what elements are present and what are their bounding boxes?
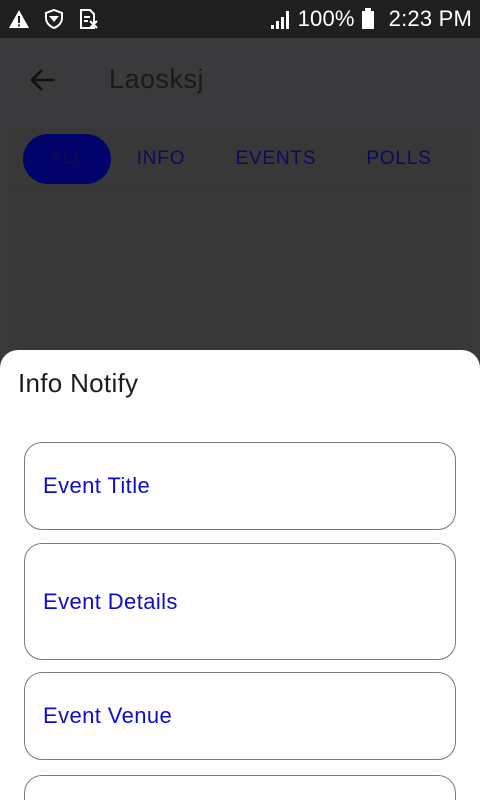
event-title-field[interactable]: Event Title (24, 442, 456, 530)
event-details-label: Event Details (43, 588, 178, 614)
bottom-sheet: Info Notify Event Title Event Details Ev… (0, 350, 480, 800)
battery-percent: 100% (297, 6, 355, 31)
arrow-left-icon (29, 67, 55, 93)
signal-icon (270, 8, 292, 30)
warning-icon (8, 9, 30, 29)
tab-bar: ALL INFO EVENTS POLLS (8, 128, 472, 191)
sim-card-icon (78, 9, 98, 29)
back-button[interactable] (22, 60, 62, 100)
vpn-shield-icon (44, 9, 64, 29)
tab-info[interactable]: INFO (126, 134, 196, 184)
tab-card: ALL INFO EVENTS POLLS (8, 128, 472, 368)
status-bar: 100% 2:23 PM (0, 0, 480, 38)
sheet-title: Info Notify (18, 368, 139, 398)
status-time: 2:23 PM (388, 6, 472, 31)
event-title-label: Event Title (43, 473, 151, 498)
page-title: Laosksj (109, 64, 205, 94)
event-details-field[interactable]: Event Details (24, 543, 456, 660)
status-left-icons (8, 9, 98, 29)
next-field[interactable] (24, 775, 456, 800)
status-right: 100% 2:23 PM (270, 6, 472, 32)
event-venue-field[interactable]: Event Venue (24, 672, 456, 760)
tab-all[interactable]: ALL (23, 134, 111, 184)
tab-events[interactable]: EVENTS (220, 134, 332, 184)
tab-polls[interactable]: POLLS (352, 134, 446, 184)
event-venue-label: Event Venue (43, 703, 173, 728)
app-bar: Laosksj (0, 38, 480, 126)
battery-icon (361, 8, 375, 30)
